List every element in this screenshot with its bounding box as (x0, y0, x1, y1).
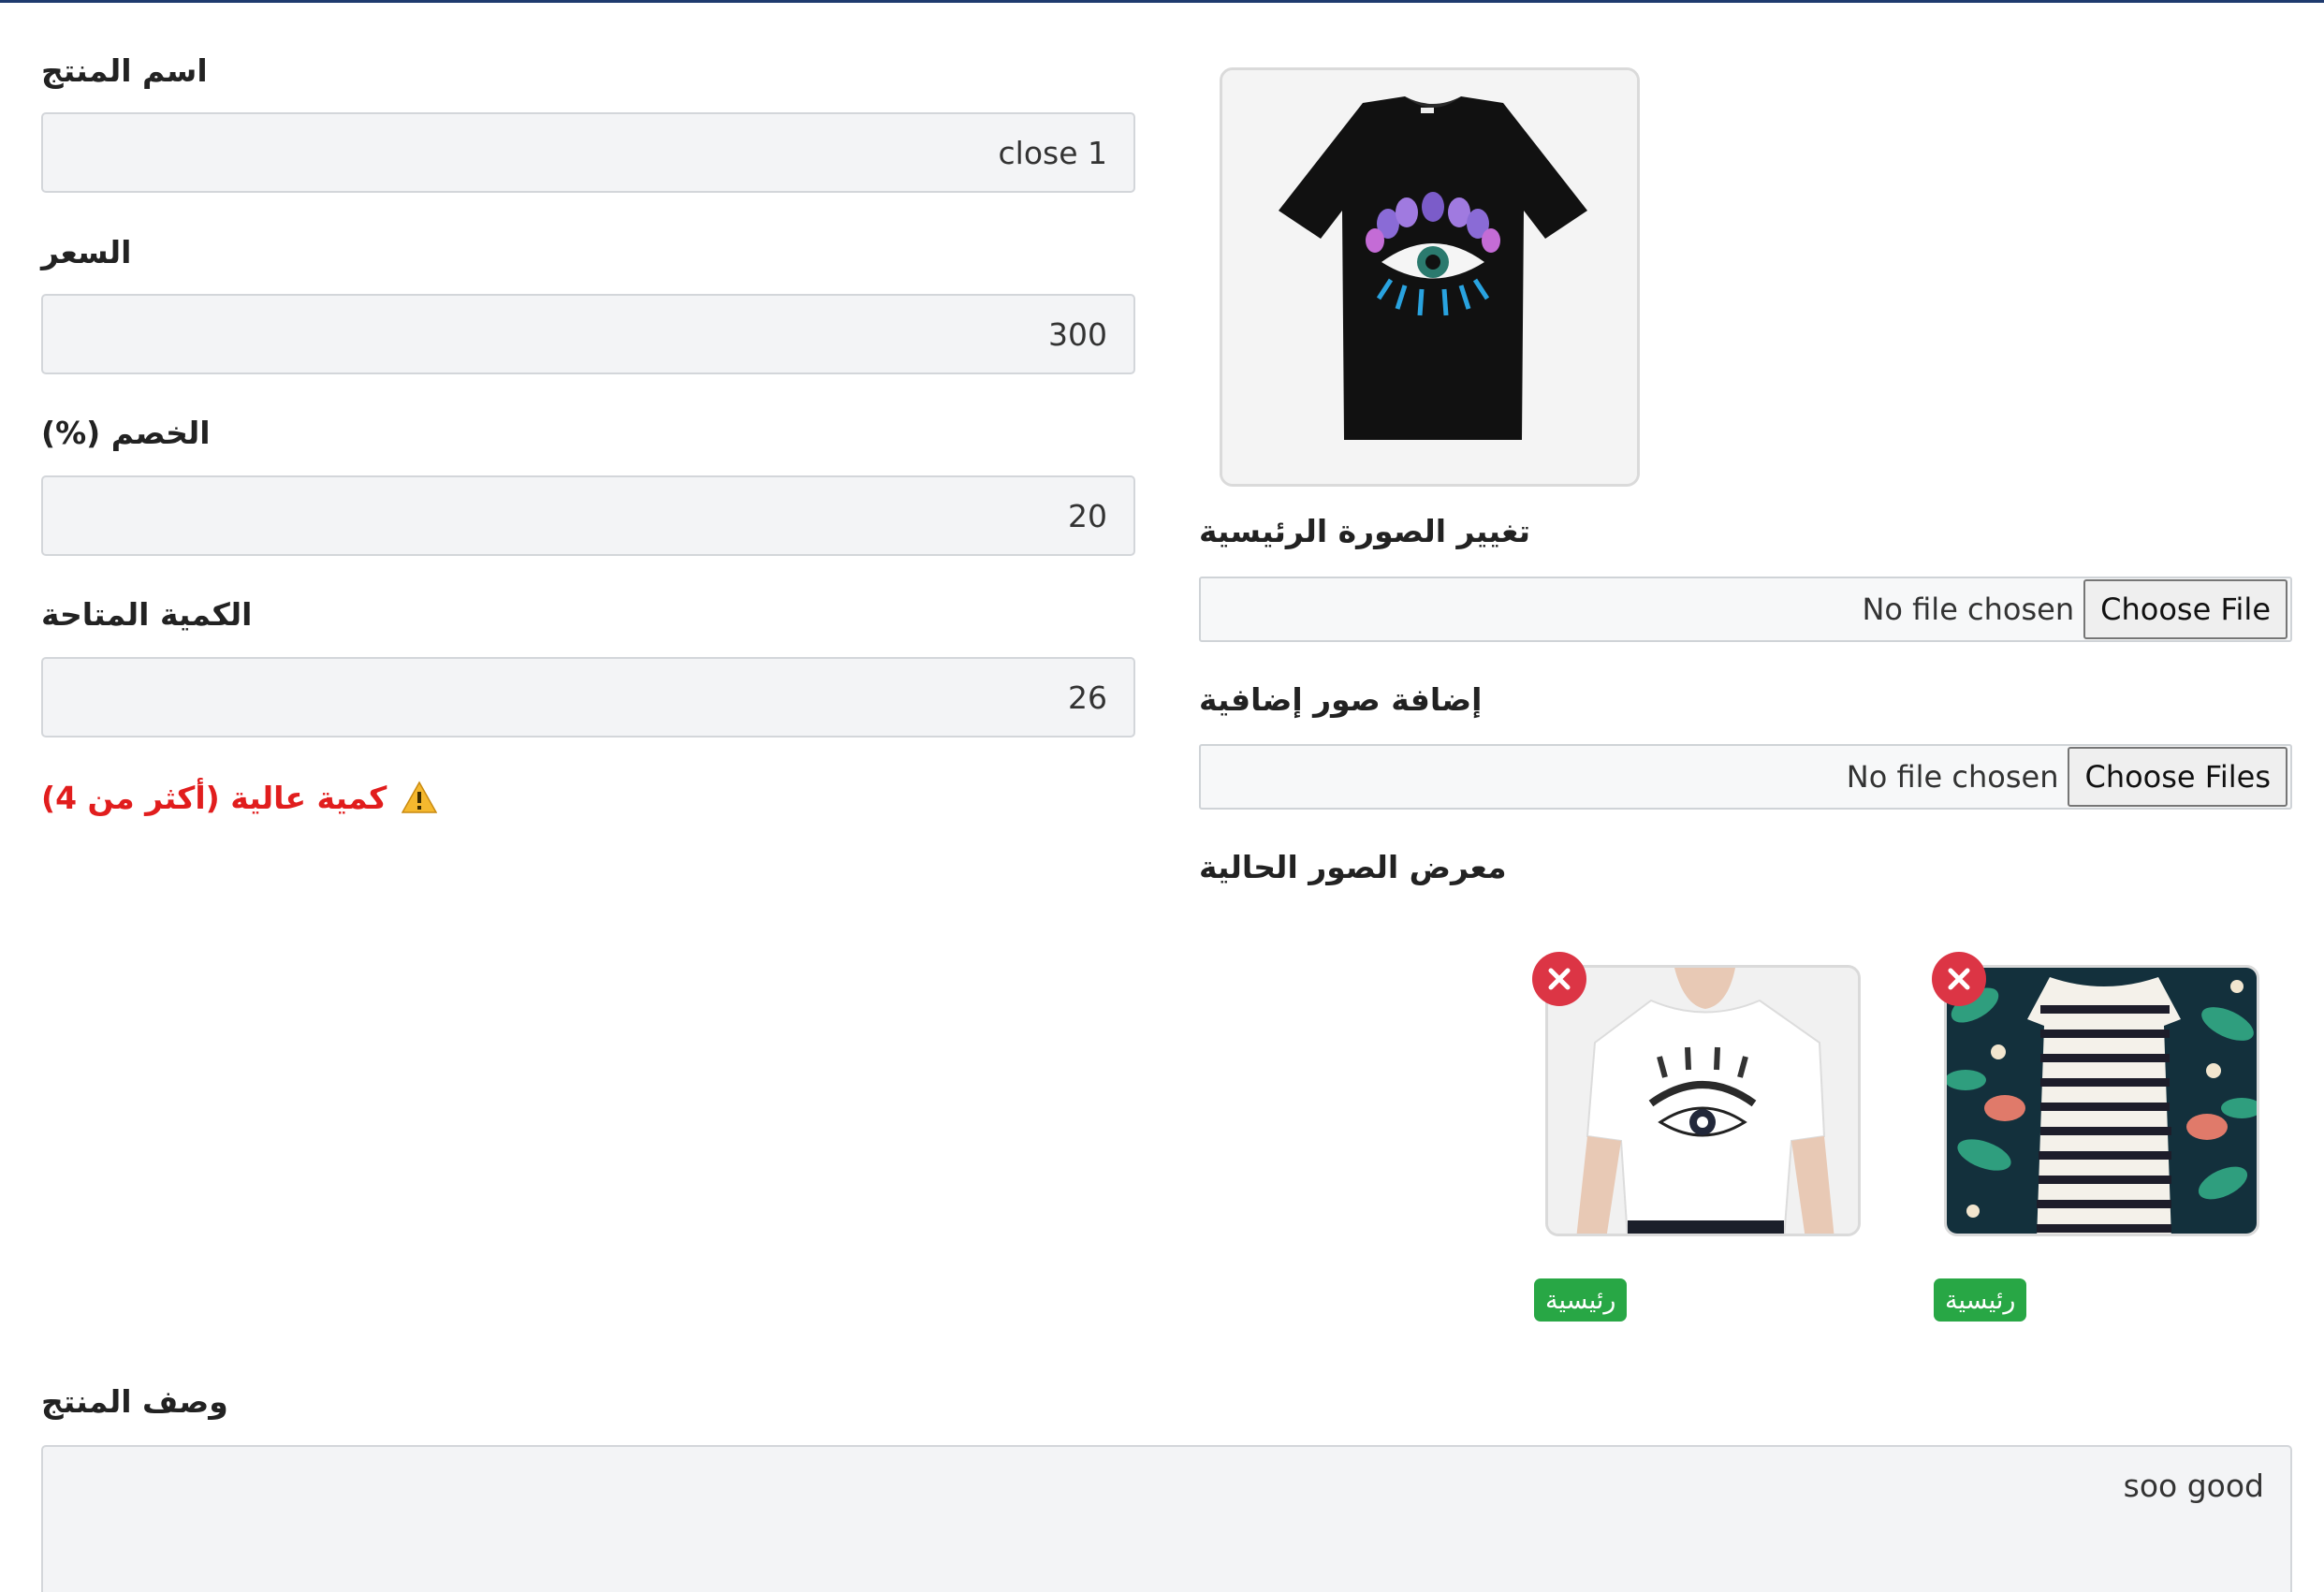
price-input[interactable]: 300 (41, 294, 1135, 374)
main-image-file-input[interactable]: No file chosen Choose File (1199, 577, 2292, 642)
gallery-label: معرض الصور الحالية (1199, 849, 1507, 885)
description-textarea[interactable]: soo good (41, 1445, 2292, 1592)
quantity-label: الكمية المتاحة (41, 596, 253, 633)
extra-images-file-status: No file chosen (1846, 759, 2059, 795)
close-icon (1948, 968, 1970, 990)
remove-image-button[interactable] (1532, 952, 1586, 1006)
quantity-value: 26 (1068, 679, 1107, 716)
add-extra-images-label: إضافة صور إضافية (1199, 681, 1483, 718)
warning-icon (402, 781, 438, 813)
striped-dress-image (1947, 968, 2257, 1234)
discount-input[interactable]: 20 (41, 475, 1135, 556)
quantity-warning: كمية عالية (أكثر من 4) (41, 775, 438, 820)
price-value: 300 (1048, 315, 1107, 353)
description-value: soo good (2123, 1468, 2264, 1504)
quantity-warning-text: كمية عالية (أكثر من 4) (41, 779, 387, 816)
price-label: السعر (41, 234, 132, 270)
description-label: وصف المنتج (41, 1383, 228, 1420)
white-tshirt-image (1548, 968, 1858, 1234)
gallery-thumb-striped-dress (1944, 965, 2259, 1236)
remove-image-button[interactable] (1932, 952, 1986, 1006)
choose-file-button[interactable]: Choose File (2083, 579, 2287, 639)
product-name-label: اسم المنتج (41, 52, 208, 89)
gallery-thumb-white-tshirt (1545, 965, 1861, 1236)
main-image-file-status: No file chosen (1862, 592, 2075, 627)
product-name-value: close 1 (998, 134, 1107, 171)
main-image-badge: رئيسية (1934, 1278, 2027, 1322)
main-image-badge: رئيسية (1534, 1278, 1628, 1322)
change-main-image-label: تغيير الصورة الرئيسية (1199, 513, 1531, 549)
top-accent-bar (0, 0, 2324, 3)
quantity-input[interactable]: 26 (41, 657, 1135, 738)
main-product-image (1220, 67, 1640, 487)
discount-label: الخصم (%) (41, 415, 211, 451)
discount-value: 20 (1068, 497, 1107, 534)
choose-files-button[interactable]: Choose Files (2068, 747, 2287, 807)
black-tshirt-image (1222, 70, 1637, 484)
extra-images-file-input[interactable]: No file chosen Choose Files (1199, 744, 2292, 810)
close-icon (1548, 968, 1571, 990)
product-name-input[interactable]: close 1 (41, 112, 1135, 193)
